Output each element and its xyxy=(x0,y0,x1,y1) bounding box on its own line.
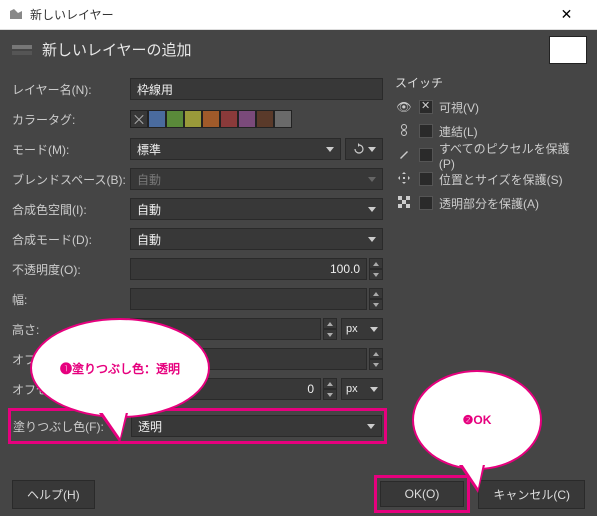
color-tag-orange[interactable] xyxy=(202,110,220,128)
height-up[interactable] xyxy=(323,318,337,329)
layer-name-label: レイヤー名(N): xyxy=(12,81,130,98)
window-title: 新しいレイヤー xyxy=(30,6,544,23)
mode-reset-button[interactable] xyxy=(345,138,383,160)
composite-mode-select[interactable]: 自動 xyxy=(130,228,383,250)
composite-mode-label: 合成モード(D): xyxy=(12,231,130,248)
opacity-up[interactable] xyxy=(369,258,383,269)
color-tag-green[interactable] xyxy=(166,110,184,128)
app-icon xyxy=(8,7,24,23)
annotation-callout-1: ❶塗りつぶし色：透明 xyxy=(30,318,210,418)
protect-pos-label: 位置とサイズを保護(S) xyxy=(439,171,563,188)
color-tag-yellow[interactable] xyxy=(184,110,202,128)
mode-select[interactable]: 標準 xyxy=(130,138,341,160)
ok-highlight: OK(O) xyxy=(374,475,471,513)
dialog-title: 新しいレイヤーの追加 xyxy=(42,39,192,60)
dialog-content: 新しいレイヤーの追加 レイヤー名(N): カラータグ: xyxy=(0,30,597,516)
color-tag-label: カラータグ: xyxy=(12,111,130,128)
composite-space-select[interactable]: 自動 xyxy=(130,198,383,220)
protect-pos-checkbox[interactable] xyxy=(419,172,433,186)
move-icon xyxy=(395,171,413,188)
eye-icon: 👁 xyxy=(395,100,413,114)
offset-y-down[interactable] xyxy=(323,389,337,400)
width-label: 幅: xyxy=(12,291,130,308)
fill-highlight: 塗りつぶし色(F): 透明 xyxy=(8,408,387,444)
offset-x-spinner xyxy=(369,348,383,370)
opacity-down[interactable] xyxy=(369,269,383,280)
height-down[interactable] xyxy=(323,329,337,340)
color-tag-purple[interactable] xyxy=(238,110,256,128)
color-tag-none[interactable] xyxy=(130,110,148,128)
color-tag-picker xyxy=(130,110,292,128)
link-icon xyxy=(395,123,413,140)
preview-swatch xyxy=(549,36,587,64)
protect-pixels-checkbox[interactable] xyxy=(419,148,433,162)
linked-checkbox[interactable] xyxy=(419,124,433,138)
width-spinner xyxy=(369,288,383,310)
width-down[interactable] xyxy=(369,299,383,310)
switches-title: スイッチ xyxy=(395,74,585,91)
annotation-callout-2: ❷OK xyxy=(412,370,542,470)
color-tag-blue[interactable] xyxy=(148,110,166,128)
ok-button[interactable]: OK(O) xyxy=(380,481,465,507)
protect-pixels-label: すべてのピクセルを保護(P) xyxy=(439,140,585,171)
color-tag-gray[interactable] xyxy=(274,110,292,128)
width-input[interactable] xyxy=(130,288,367,310)
titlebar: 新しいレイヤー ✕ xyxy=(0,0,597,30)
dialog-footer: ヘルプ(H) OK(O) キャンセル(C) xyxy=(0,472,597,516)
fill-select[interactable]: 透明 xyxy=(131,415,382,437)
offset-x-up[interactable] xyxy=(369,348,383,359)
blend-space-label: ブレンドスペース(B): xyxy=(12,171,130,188)
mode-label: モード(M): xyxy=(12,141,130,158)
offset-y-up[interactable] xyxy=(323,378,337,389)
layer-name-input[interactable] xyxy=(130,78,383,100)
color-tag-red[interactable] xyxy=(220,110,238,128)
blend-space-select[interactable]: 自動 xyxy=(130,168,383,190)
close-button[interactable]: ✕ xyxy=(544,0,589,30)
offset-unit-select[interactable]: px xyxy=(341,378,383,400)
composite-space-label: 合成色空間(I): xyxy=(12,201,130,218)
width-up[interactable] xyxy=(369,288,383,299)
visible-label: 可視(V) xyxy=(439,99,479,116)
color-tag-brown[interactable] xyxy=(256,110,274,128)
linked-label: 連結(L) xyxy=(439,123,478,140)
opacity-label: 不透明度(O): xyxy=(12,261,130,278)
dialog-header: 新しいレイヤーの追加 xyxy=(0,30,597,68)
visible-checkbox[interactable] xyxy=(419,100,433,114)
protect-alpha-label: 透明部分を保護(A) xyxy=(439,195,539,212)
opacity-input[interactable] xyxy=(130,258,367,280)
size-unit-select[interactable]: px xyxy=(341,318,383,340)
cancel-button[interactable]: キャンセル(C) xyxy=(478,480,585,509)
offset-x-down[interactable] xyxy=(369,359,383,370)
help-button[interactable]: ヘルプ(H) xyxy=(12,480,95,509)
offset-y-spinner xyxy=(323,378,337,400)
protect-alpha-checkbox[interactable] xyxy=(419,196,433,210)
height-spinner xyxy=(323,318,337,340)
checker-icon xyxy=(395,195,413,212)
brush-icon xyxy=(395,147,413,164)
opacity-spinner xyxy=(369,258,383,280)
layer-icon xyxy=(10,39,34,59)
